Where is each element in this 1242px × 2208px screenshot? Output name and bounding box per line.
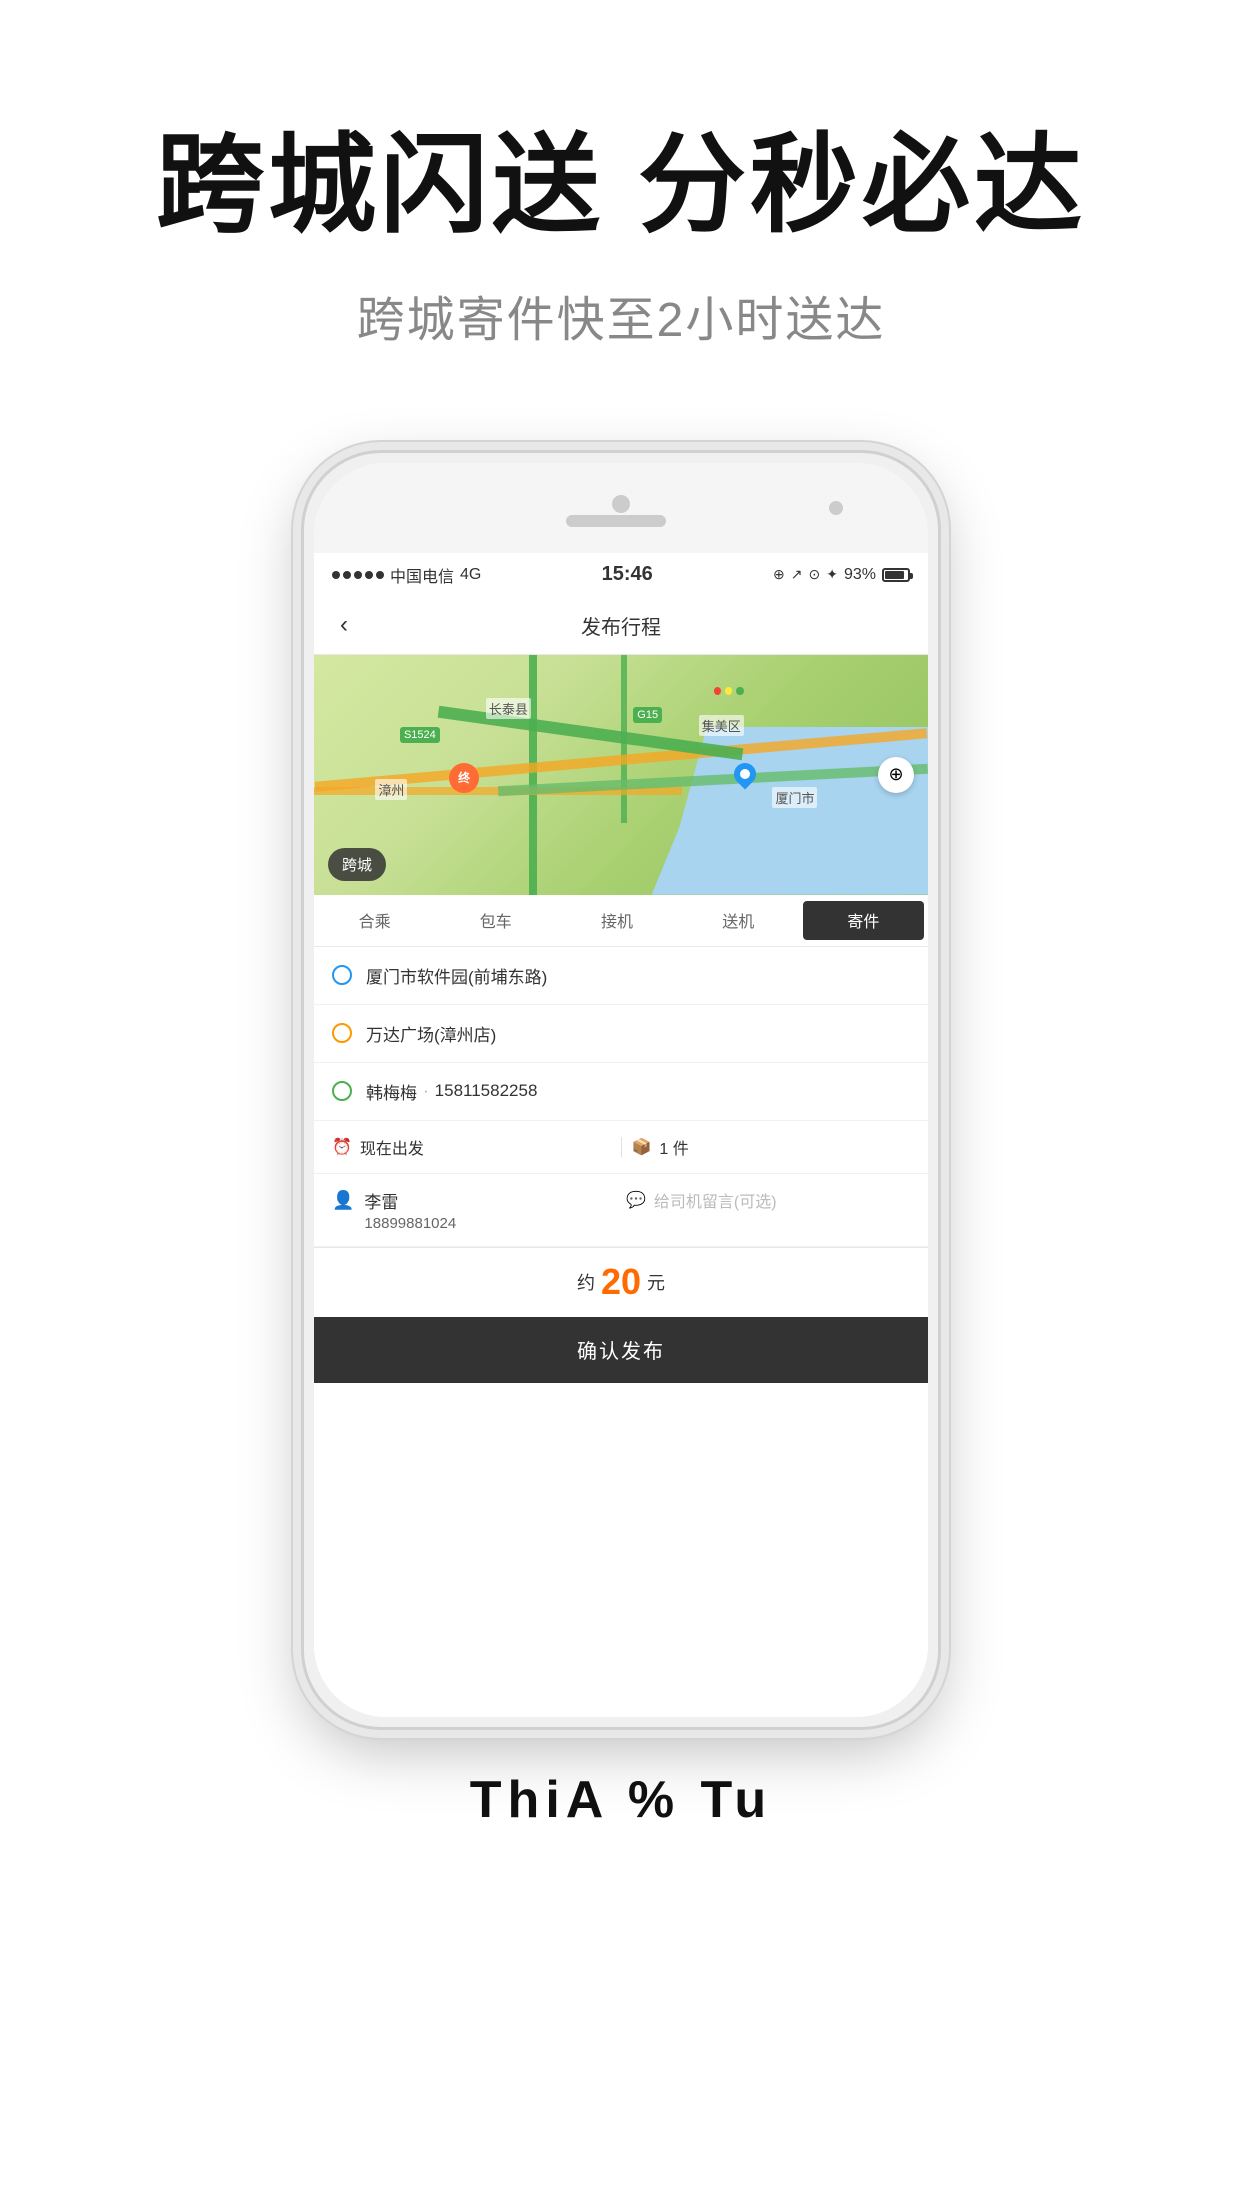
- nav-bar: ‹ 发布行程: [314, 597, 928, 655]
- confirm-button[interactable]: 确认发布: [314, 1317, 928, 1383]
- form-area: 厦门市软件园(前埔东路) 万达广场(漳州店) 韩梅梅 · 15811582258: [314, 947, 928, 1717]
- map-label-zhangzhou: 漳州: [375, 779, 407, 800]
- user-name: 李雷: [364, 1188, 616, 1213]
- crosshair-icon: ⊕: [888, 764, 903, 785]
- map-area[interactable]: 漳州 长泰县 集美区 厦门市 S1524 G15: [314, 655, 928, 895]
- map-label-s1524: S1524: [400, 727, 440, 743]
- package-item: 📦 1 件: [632, 1135, 911, 1159]
- nav-title: 发布行程: [374, 611, 868, 640]
- tl-yellow: [725, 687, 732, 695]
- package-label: 1 件: [659, 1135, 688, 1159]
- depart-package-row[interactable]: ⏰ 现在出发 📦 1 件: [314, 1121, 928, 1174]
- confirm-label: 确认发布: [577, 1335, 665, 1364]
- phone-bezel-top: [314, 463, 928, 553]
- status-right: ⊕ ↗ ⊙ ✦ 93%: [773, 566, 910, 584]
- map-roads: [314, 655, 928, 895]
- map-label-changtai: 长泰县: [486, 698, 531, 719]
- cross-city-badge: 跨城: [328, 848, 386, 881]
- tl-green: [736, 687, 743, 695]
- pickup-address: 厦门市软件园(前埔东路): [366, 963, 547, 988]
- price-unit: 元: [647, 1269, 665, 1295]
- signal-dot-4: [365, 571, 373, 579]
- signal-dot-1: [332, 571, 340, 579]
- carrier-text: 中国电信: [390, 563, 454, 587]
- road-v1: [529, 655, 537, 895]
- phone-frame: 中国电信 4G 15:46 ⊕ ↗ ⊙ ✦ 93%: [301, 450, 941, 1730]
- map-label-xiamen: 厦门市: [772, 787, 817, 808]
- phone-speaker: [566, 515, 666, 527]
- pin-body: [730, 758, 761, 789]
- price-approx: 约: [577, 1269, 595, 1295]
- back-button[interactable]: ‹: [314, 611, 374, 639]
- map-label-g15: G15: [633, 707, 662, 723]
- status-left: 中国电信 4G: [332, 563, 481, 587]
- pickup-row[interactable]: 厦门市软件园(前埔东路): [314, 947, 928, 1005]
- contact-phone: 15811582258: [435, 1081, 538, 1101]
- bluetooth-icon: ✦: [826, 566, 838, 583]
- contact-row[interactable]: 韩梅梅 · 15811582258: [314, 1063, 928, 1121]
- message-icon: 💬: [626, 1190, 646, 1210]
- battery-icon: [882, 568, 910, 582]
- signal-dot-5: [376, 571, 384, 579]
- phone-mockup: 中国电信 4G 15:46 ⊕ ↗ ⊙ ✦ 93%: [301, 450, 941, 1730]
- dropoff-icon: [332, 1023, 352, 1043]
- price-amount: 20: [601, 1261, 641, 1303]
- tl-red: [714, 687, 721, 695]
- depart-item: ⏰ 现在出发: [332, 1135, 611, 1159]
- user-row[interactable]: 👤 李雷 18899881024 💬 给司机留言(可选): [314, 1174, 928, 1247]
- battery-fill: [885, 571, 904, 579]
- phone-camera-dot: [829, 501, 843, 515]
- pickup-icon: [332, 965, 352, 985]
- dropoff-address: 万达广场(漳州店): [366, 1021, 496, 1046]
- contact-icon: [332, 1081, 352, 1101]
- phone-camera: [612, 495, 630, 513]
- contact-separator: ·: [423, 1081, 429, 1101]
- tab-package[interactable]: 寄件: [803, 901, 924, 940]
- tab-charter[interactable]: 包车: [435, 895, 556, 946]
- traffic-lights: [714, 683, 744, 699]
- status-bar: 中国电信 4G 15:46 ⊕ ↗ ⊙ ✦ 93%: [314, 553, 928, 597]
- signal-dot-2: [343, 571, 351, 579]
- road-green1: [437, 705, 743, 760]
- contact-name: 韩梅梅: [366, 1079, 417, 1104]
- pin-dot: [738, 767, 752, 781]
- map-label-jimei: 集美区: [699, 715, 744, 736]
- hero-title: 跨城闪送 分秒必达: [80, 120, 1162, 250]
- map-location-button[interactable]: ⊕: [878, 757, 914, 793]
- map-marker-end: 终: [449, 763, 479, 793]
- tab-pickup[interactable]: 接机: [556, 895, 677, 946]
- message-placeholder[interactable]: 💬 给司机留言(可选): [626, 1188, 910, 1212]
- message-hint: 给司机留言(可选): [654, 1188, 777, 1212]
- hero-subtitle: 跨城寄件快至2小时送达: [80, 280, 1162, 350]
- package-icon: 📦: [632, 1137, 652, 1157]
- user-icon: 👤: [332, 1190, 354, 1211]
- depart-label: 现在出发: [360, 1135, 424, 1159]
- signal-dot-3: [354, 571, 362, 579]
- status-time: 15:46: [602, 563, 653, 586]
- clock-icon: ⏰: [332, 1137, 352, 1157]
- signal-dots: [332, 571, 384, 579]
- battery-percent: 93%: [844, 566, 876, 584]
- user-info: 李雷 18899881024: [364, 1188, 616, 1232]
- divider: [621, 1137, 622, 1157]
- network-type: 4G: [460, 566, 481, 584]
- map-marker-start: [734, 763, 756, 791]
- bottom-text-area: ThiA % Tu: [0, 1730, 1242, 1890]
- phone-inner: 中国电信 4G 15:46 ⊕ ↗ ⊙ ✦ 93%: [314, 463, 928, 1717]
- gps-icon: ⊕: [773, 566, 785, 583]
- user-phone: 18899881024: [364, 1215, 616, 1232]
- hero-section: 跨城闪送 分秒必达 跨城寄件快至2小时送达: [0, 0, 1242, 390]
- bottom-text: ThiA % Tu: [80, 1770, 1162, 1830]
- price-bar: 约 20 元: [314, 1247, 928, 1317]
- tab-sendoff[interactable]: 送机: [678, 895, 799, 946]
- tab-bar: 合乘 包车 接机 送机 寄件: [314, 895, 928, 947]
- screen: 中国电信 4G 15:46 ⊕ ↗ ⊙ ✦ 93%: [314, 553, 928, 1717]
- dropoff-row[interactable]: 万达广场(漳州店): [314, 1005, 928, 1063]
- location-icon: ↗: [791, 566, 803, 583]
- tab-ride-share[interactable]: 合乘: [314, 895, 435, 946]
- alarm-icon: ⊙: [808, 566, 820, 583]
